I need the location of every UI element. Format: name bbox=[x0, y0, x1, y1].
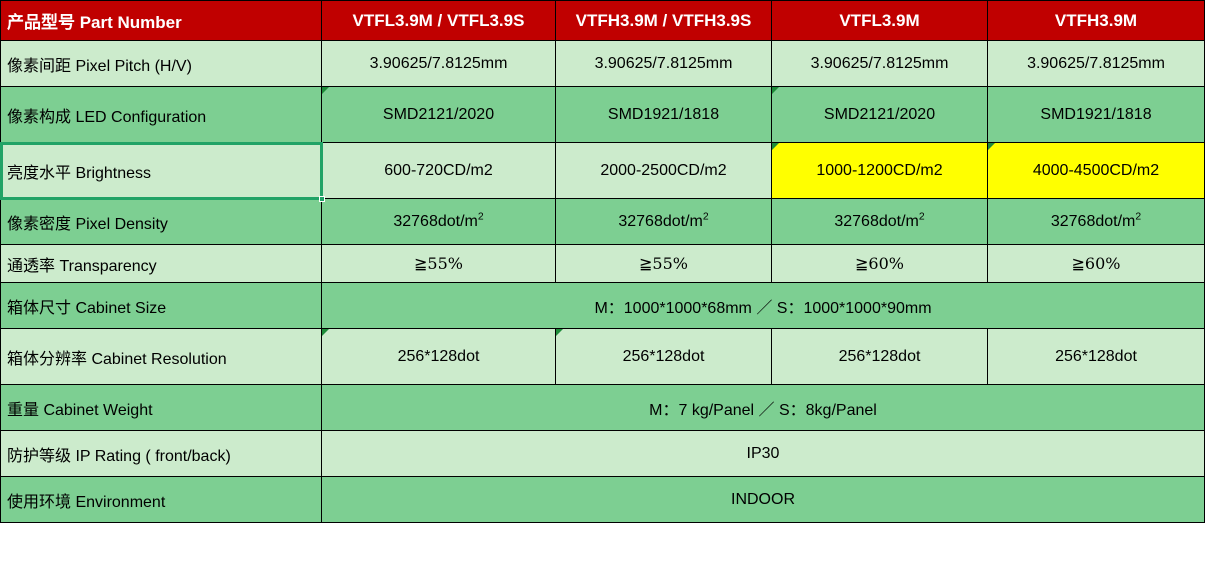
cell-pixel-pitch-col3[interactable]: 3.90625/7.8125mm bbox=[771, 40, 988, 87]
cell-cabinet-weight-merged[interactable]: M：7 kg/Panel ／ S：8kg/Panel bbox=[321, 384, 1205, 431]
superscript: 2 bbox=[477, 211, 484, 223]
header-label-part-number: 产品型号 Part Number bbox=[0, 0, 322, 41]
row-label-led-configuration: 像素构成 LED Configuration bbox=[0, 86, 322, 143]
cell-text: 4000-4500CD/m2 bbox=[1032, 161, 1160, 179]
table-row-environment: 使用环境 Environment INDOOR bbox=[0, 476, 1205, 523]
cell-pixel-density-col3[interactable]: 32768dot/m2 bbox=[771, 198, 988, 245]
cell-environment-merged[interactable]: INDOOR bbox=[321, 476, 1205, 523]
row-label-pixel-density: 像素密度 Pixel Density bbox=[0, 198, 322, 245]
comment-indicator-icon bbox=[988, 143, 995, 150]
table-row-cabinet-weight: 重量 Cabinet Weight M：7 kg/Panel ／ S：8kg/P… bbox=[0, 384, 1205, 431]
cell-text: 32768dot/m bbox=[618, 212, 703, 230]
cell-pixel-density-col2[interactable]: 32768dot/m2 bbox=[555, 198, 772, 245]
cell-pixel-pitch-col2[interactable]: 3.90625/7.8125mm bbox=[555, 40, 772, 87]
cell-transparency-col4[interactable]: ≧60% bbox=[987, 244, 1205, 283]
led-spec-sheet: 产品型号 Part Number VTFL3.9M / VTFL3.9S VTF… bbox=[0, 0, 1210, 581]
cell-text: 32768dot/m bbox=[393, 212, 478, 230]
comment-indicator-icon bbox=[322, 329, 329, 336]
cell-pixel-pitch-col1[interactable]: 3.90625/7.8125mm bbox=[321, 40, 556, 87]
superscript: 2 bbox=[1135, 211, 1142, 223]
cell-led-configuration-col4[interactable]: SMD1921/1818 bbox=[987, 86, 1205, 143]
table-row-pixel-density: 像素密度 Pixel Density 32768dot/m2 32768dot/… bbox=[0, 198, 1205, 245]
cell-cabinet-size-merged[interactable]: M：1000*1000*68mm ／ S：1000*1000*90mm bbox=[321, 282, 1205, 329]
cell-led-configuration-col3[interactable]: SMD2121/2020 bbox=[771, 86, 988, 143]
header-column-1: VTFL3.9M / VTFL3.9S bbox=[321, 0, 556, 41]
cell-transparency-col3[interactable]: ≧60% bbox=[771, 244, 988, 283]
row-label-environment: 使用环境 Environment bbox=[0, 476, 322, 523]
comment-indicator-icon bbox=[772, 87, 779, 94]
table-row-ip-rating: 防护等级 IP Rating ( front/back) IP30 bbox=[0, 430, 1205, 477]
cell-brightness-col3[interactable]: 1000-1200CD/m2 bbox=[771, 142, 988, 199]
row-label-brightness[interactable]: 亮度水平 Brightness bbox=[0, 141, 326, 203]
cell-cabinet-resolution-col1[interactable]: 256*128dot bbox=[321, 328, 556, 385]
cell-text: 256*128dot bbox=[622, 347, 705, 365]
header-column-4: VTFH3.9M bbox=[987, 0, 1205, 41]
cell-brightness-col2[interactable]: 2000-2500CD/m2 bbox=[555, 142, 772, 199]
row-label-cabinet-resolution: 箱体分辨率 Cabinet Resolution bbox=[0, 328, 322, 385]
specification-table: 产品型号 Part Number VTFL3.9M / VTFL3.9S VTF… bbox=[0, 0, 1205, 523]
comment-indicator-icon bbox=[772, 143, 779, 150]
cell-led-configuration-col2[interactable]: SMD1921/1818 bbox=[555, 86, 772, 143]
cell-pixel-pitch-col4[interactable]: 3.90625/7.8125mm bbox=[987, 40, 1205, 87]
table-row-cabinet-resolution: 箱体分辨率 Cabinet Resolution 256*128dot 256*… bbox=[0, 328, 1205, 385]
table-row-transparency: 通透率 Transparency ≧55% ≧55% ≧60% ≧60% bbox=[0, 244, 1205, 283]
header-column-2: VTFH3.9M / VTFH3.9S bbox=[555, 0, 772, 41]
cell-transparency-col1[interactable]: ≧55% bbox=[321, 244, 556, 283]
table-row-brightness: 亮度水平 Brightness 600-720CD/m2 2000-2500CD… bbox=[0, 141, 1205, 203]
cell-ip-rating-merged[interactable]: IP30 bbox=[321, 430, 1205, 477]
superscript: 2 bbox=[702, 211, 709, 223]
cell-text: 1000-1200CD/m2 bbox=[816, 161, 943, 179]
cell-led-configuration-col1[interactable]: SMD2121/2020 bbox=[321, 86, 556, 143]
row-label-cabinet-size: 箱体尺寸 Cabinet Size bbox=[0, 282, 322, 329]
comment-indicator-icon bbox=[556, 329, 563, 336]
superscript: 2 bbox=[918, 211, 925, 223]
table-row-cabinet-size: 箱体尺寸 Cabinet Size M：1000*1000*68mm ／ S：1… bbox=[0, 282, 1205, 329]
cell-text: SMD2121/2020 bbox=[382, 105, 495, 123]
cell-cabinet-resolution-col2[interactable]: 256*128dot bbox=[555, 328, 772, 385]
row-label-ip-rating: 防护等级 IP Rating ( front/back) bbox=[0, 430, 322, 477]
table-header-row: 产品型号 Part Number VTFL3.9M / VTFL3.9S VTF… bbox=[0, 0, 1205, 41]
cell-pixel-density-col4[interactable]: 32768dot/m2 bbox=[987, 198, 1205, 245]
cell-brightness-col1[interactable]: 600-720CD/m2 bbox=[321, 142, 556, 199]
cell-brightness-col4[interactable]: 4000-4500CD/m2 bbox=[987, 142, 1205, 199]
cell-cabinet-resolution-col3[interactable]: 256*128dot bbox=[771, 328, 988, 385]
row-label-pixel-pitch: 像素间距 Pixel Pitch (H/V) bbox=[0, 40, 322, 87]
table-row-pixel-pitch: 像素间距 Pixel Pitch (H/V) 3.90625/7.8125mm … bbox=[0, 40, 1205, 87]
table-row-led-configuration: 像素构成 LED Configuration SMD2121/2020 SMD1… bbox=[0, 86, 1205, 143]
cell-text: SMD2121/2020 bbox=[823, 105, 936, 123]
cell-pixel-density-col1[interactable]: 32768dot/m2 bbox=[321, 198, 556, 245]
cell-text: 32768dot/m bbox=[834, 212, 919, 230]
row-label-cabinet-weight: 重量 Cabinet Weight bbox=[0, 384, 322, 431]
row-label-transparency: 通透率 Transparency bbox=[0, 244, 322, 283]
header-column-3: VTFL3.9M bbox=[771, 0, 988, 41]
cell-transparency-col2[interactable]: ≧55% bbox=[555, 244, 772, 283]
comment-indicator-icon bbox=[322, 87, 329, 94]
cell-cabinet-resolution-col4[interactable]: 256*128dot bbox=[987, 328, 1205, 385]
cell-text: 32768dot/m bbox=[1050, 212, 1136, 230]
cell-text: 256*128dot bbox=[397, 347, 480, 365]
